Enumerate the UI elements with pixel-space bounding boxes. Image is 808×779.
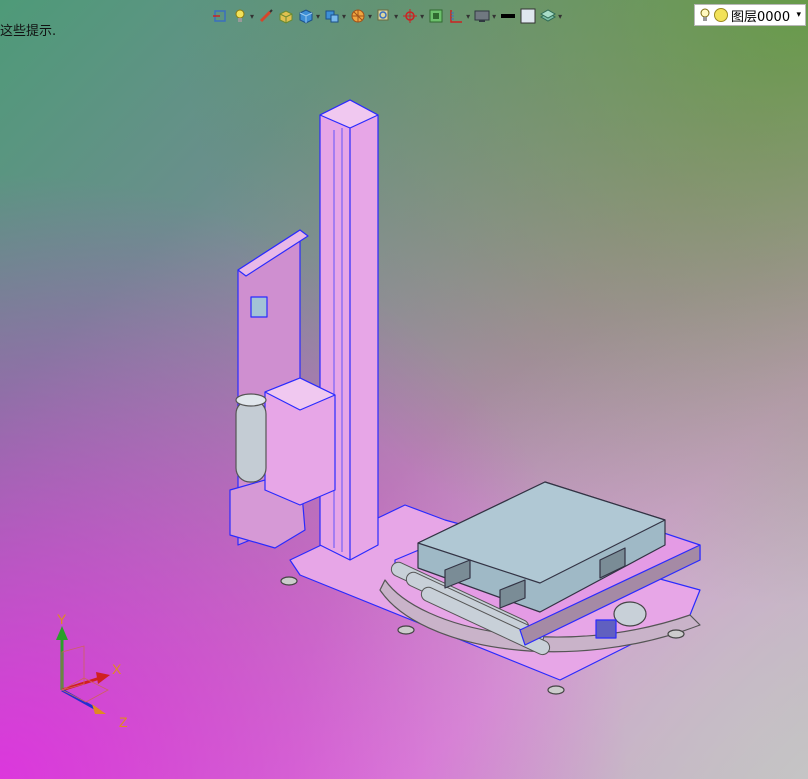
cabinet-window — [250, 296, 268, 318]
foot-3 — [547, 685, 565, 695]
gearbox — [595, 619, 617, 639]
y-axis-label: Y — [57, 611, 67, 627]
model-viewport[interactable]: Y X Z — [0, 0, 808, 779]
z-axis-label: Z — [119, 714, 128, 730]
foot-1 — [280, 576, 298, 586]
z-axis-arrow — [92, 704, 106, 714]
x-axis-arrow — [96, 672, 110, 684]
motor — [613, 601, 647, 627]
foot-4 — [667, 629, 685, 639]
film-roll-top — [235, 393, 267, 407]
foot-2 — [397, 625, 415, 635]
film-roll — [235, 399, 267, 483]
x-axis-label: X — [112, 661, 122, 677]
axis-triad: Y X Z — [56, 611, 128, 730]
y-axis-arrow — [56, 626, 68, 640]
